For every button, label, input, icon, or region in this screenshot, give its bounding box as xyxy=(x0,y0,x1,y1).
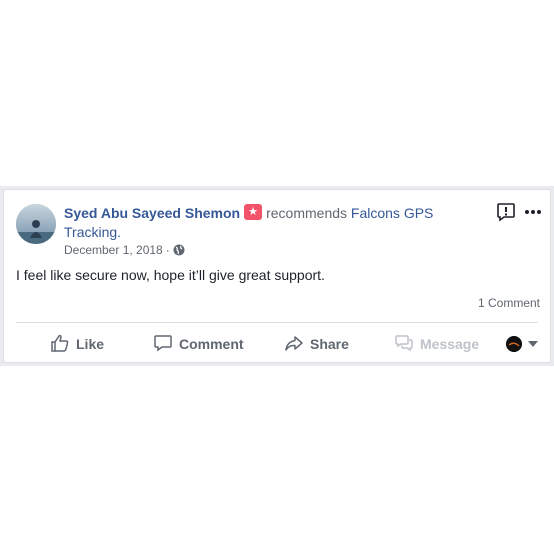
comment-label: Comment xyxy=(179,336,244,352)
post-body-text: I feel like secure now, hope it’ll give … xyxy=(16,267,325,283)
share-button[interactable]: Share xyxy=(284,328,349,360)
chevron-down-icon xyxy=(528,341,538,347)
recommendation-badge: ★ xyxy=(244,204,263,220)
comment-count-link[interactable]: 1 Comment xyxy=(478,296,540,310)
divider xyxy=(16,322,538,323)
author-avatar[interactable] xyxy=(16,204,56,244)
like-label: Like xyxy=(76,336,105,352)
recommends-label: recommends xyxy=(266,205,348,221)
message-icon xyxy=(394,333,420,356)
star-icon: ★ xyxy=(248,206,259,218)
post-card: Syed Abu Sayeed Shemon ★ recommends Falcon… xyxy=(0,186,554,366)
comment-button[interactable]: Comment xyxy=(153,328,244,360)
share-label: Share xyxy=(310,336,349,352)
globe-icon[interactable] xyxy=(173,244,185,256)
post-actions-bar: Like Comment Share Message xyxy=(16,326,538,362)
post-date-link[interactable]: December 1, 2018 xyxy=(64,242,163,258)
author-name-link[interactable]: Syed Abu Sayeed Shemon xyxy=(64,205,240,221)
message-button[interactable]: Message xyxy=(394,328,479,360)
share-arrow-icon xyxy=(284,333,310,356)
comment-bubble-icon xyxy=(153,333,179,356)
message-label: Message xyxy=(420,336,480,352)
thumbs-up-icon xyxy=(50,333,76,356)
post-meta: December 1, 2018 · xyxy=(64,242,185,258)
meta-separator: · xyxy=(165,243,170,257)
like-button[interactable]: Like xyxy=(50,328,104,360)
report-icon[interactable] xyxy=(496,202,516,222)
user-avatar xyxy=(506,336,522,352)
post-as-selector[interactable] xyxy=(506,328,538,360)
more-options-icon[interactable] xyxy=(524,202,542,222)
post-container: Syed Abu Sayeed Shemon ★ recommends Falcon… xyxy=(3,189,551,363)
post-header: Syed Abu Sayeed Shemon ★ recommends Falcon… xyxy=(64,204,484,242)
